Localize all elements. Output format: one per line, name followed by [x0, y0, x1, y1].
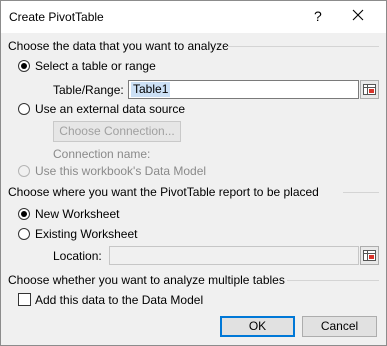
radio-new-worksheet-label: New Worksheet: [35, 207, 120, 221]
section-multiple-tables-heading: Choose whether you want to analyze multi…: [8, 273, 285, 287]
create-pivottable-dialog: Create PivotTable ? Choose the data that…: [0, 0, 387, 346]
radio-external-source[interactable]: [18, 103, 30, 115]
section-divider: [227, 46, 379, 47]
range-select-icon[interactable]: [360, 80, 379, 99]
location-input[interactable]: [109, 246, 359, 265]
radio-data-model[interactable]: [18, 165, 30, 177]
section-divider: [343, 192, 379, 193]
table-range-label: Table/Range:: [53, 83, 124, 97]
section-divider: [287, 280, 379, 281]
radio-external-source-label: Use an external data source: [35, 102, 186, 116]
range-select-icon[interactable]: [360, 246, 379, 265]
choose-connection-button[interactable]: Choose Connection...: [53, 121, 181, 142]
help-icon[interactable]: ?: [314, 8, 322, 24]
radio-select-table-label: Select a table or range: [35, 59, 156, 73]
connection-name-label: Connection name:: [53, 147, 151, 161]
radio-existing-worksheet-label: Existing Worksheet: [35, 227, 138, 241]
title-bar: Create PivotTable ?: [1, 1, 386, 33]
add-data-model-label: Add this data to the Data Model: [35, 293, 204, 307]
add-data-model-checkbox[interactable]: [18, 293, 31, 306]
dialog-title: Create PivotTable: [9, 10, 104, 24]
cancel-button[interactable]: Cancel: [302, 316, 377, 337]
radio-new-worksheet[interactable]: [18, 208, 30, 220]
radio-data-model-label: Use this workbook's Data Model: [35, 164, 207, 178]
close-icon[interactable]: [351, 5, 365, 25]
radio-existing-worksheet[interactable]: [18, 228, 30, 240]
radio-select-table[interactable]: [18, 60, 30, 72]
table-range-value: Table1: [131, 82, 171, 97]
section-placement-heading: Choose where you want the PivotTable rep…: [8, 185, 319, 199]
location-label: Location:: [53, 249, 102, 263]
table-range-input[interactable]: Table1: [128, 80, 359, 99]
section-data-heading: Choose the data that you want to analyze: [8, 39, 229, 53]
ok-button[interactable]: OK: [220, 316, 295, 337]
